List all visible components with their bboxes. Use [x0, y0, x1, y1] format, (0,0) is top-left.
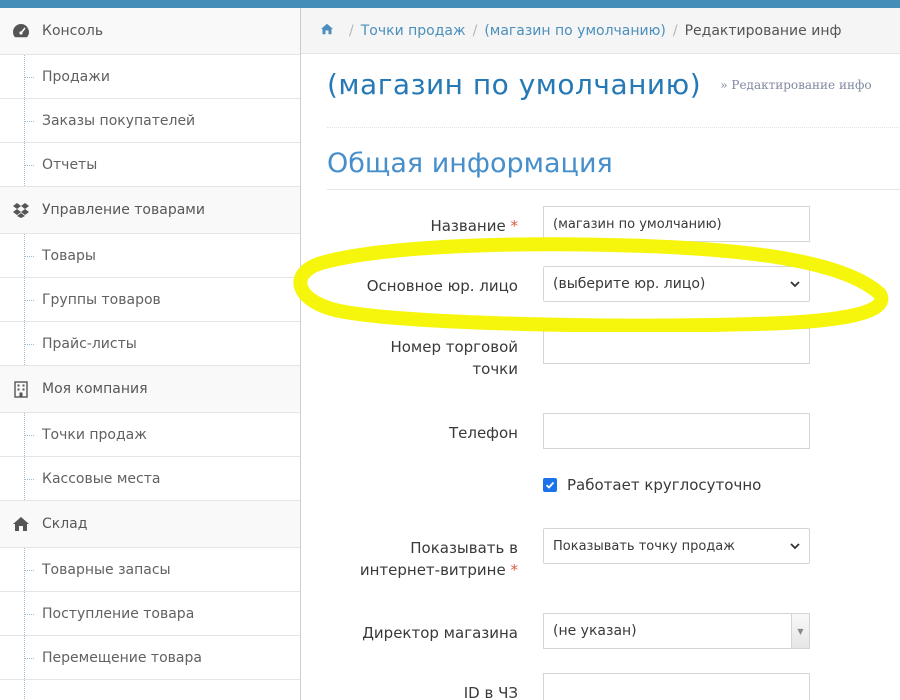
breadcrumb-separator: / [472, 22, 478, 39]
name-label: Название * [430, 215, 518, 237]
sidebar-item-points-of-sale[interactable]: Точки продаж [0, 413, 300, 457]
director-select[interactable]: (не указан) ▼ [543, 613, 810, 649]
sidebar-item-label: Управление товарами [42, 202, 205, 218]
breadcrumb: / Точки продаж / (магазин по умолчанию) … [301, 8, 900, 54]
director-label: Директор магазина [362, 624, 518, 642]
round-the-clock-checkbox[interactable] [543, 478, 557, 492]
home-icon[interactable] [320, 23, 334, 39]
store-number-label: Номер торговой точки [390, 336, 518, 380]
legal-entity-label: Основное юр. лицо [366, 277, 518, 295]
sidebar-item-warehouse[interactable]: Склад [0, 501, 300, 548]
round-the-clock-checkbox-row[interactable]: Работает круглосуточно [543, 476, 761, 494]
chevron-down-icon [789, 278, 801, 290]
sidebar-item-label: Перемещение товара [42, 649, 202, 666]
checkmark-icon [545, 481, 555, 489]
form-row-legal-entity: Основное юр. лицо (выберите юр. лицо) [301, 266, 900, 306]
phone-input[interactable] [543, 413, 810, 449]
sidebar-item-cash-registers[interactable]: Кассовые места [0, 457, 300, 501]
form-row-name: Название * (магазин по умолчанию) [301, 206, 900, 246]
sidebar-item-label: Отчеты [42, 156, 98, 173]
cz-id-input[interactable] [543, 673, 810, 700]
storefront-label: Показывать в интернет-витрине * [360, 537, 518, 581]
sidebar-item-label: Товары [42, 247, 96, 264]
legal-entity-select[interactable]: (выберите юр. лицо) [543, 266, 810, 302]
store-number-input[interactable] [543, 328, 810, 364]
form-row-cz-id: ID в ЧЗ [301, 673, 900, 700]
sidebar-item-label: Группы товаров [42, 291, 161, 308]
form-row-phone: Телефон [301, 413, 900, 453]
sidebar-item-label: Кассовые места [42, 470, 161, 487]
sidebar-item-label: Товарные запасы [42, 561, 171, 578]
page-subtitle: » Редактирование инфо [720, 77, 872, 92]
breadcrumb-separator: / [349, 22, 354, 39]
sidebar-item-goods-transfer[interactable]: Перемещение товара [0, 636, 300, 680]
breadcrumb-points-of-sale[interactable]: Точки продаж [361, 23, 466, 39]
sidebar-item-price-lists[interactable]: Прайс-листы [0, 322, 300, 366]
chevron-down-icon [789, 540, 801, 552]
breadcrumb-separator: / [672, 22, 678, 39]
top-navbar-strip [0, 0, 900, 8]
section-title: Общая информация [327, 148, 900, 190]
home-icon [12, 515, 30, 533]
required-mark: * [510, 561, 519, 579]
name-input-value: (магазин по умолчанию) [553, 216, 722, 232]
round-the-clock-label: Работает круглосуточно [567, 476, 762, 494]
sidebar-item-label: Поступление товара [42, 605, 195, 622]
store-number-label-line1: Номер торговой [390, 338, 518, 356]
store-number-label-line2: точки [472, 360, 518, 378]
sidebar-item-label: Консоль [42, 23, 104, 39]
name-input[interactable]: (магазин по умолчанию) [543, 206, 810, 242]
storefront-label-line2: интернет-витрине [359, 561, 506, 579]
storefront-select[interactable]: Показывать точку продаж [543, 528, 810, 564]
sidebar-item-console[interactable]: Консоль [0, 8, 300, 55]
sidebar-item-label: Прайс-листы [42, 335, 137, 352]
tachometer-icon [12, 22, 30, 40]
sidebar-item-products[interactable]: Товары [0, 234, 300, 278]
legal-entity-value: (выберите юр. лицо) [553, 276, 706, 292]
sidebar-item-label: Склад [42, 516, 88, 532]
storefront-value: Показывать точку продаж [553, 538, 735, 554]
phone-label: Телефон [448, 424, 518, 442]
page-header: (магазин по умолчанию) » Редактирование … [327, 68, 900, 128]
sidebar-item-next[interactable] [0, 680, 300, 700]
director-value: (не указан) [553, 623, 637, 639]
page-title: (магазин по умолчанию) [327, 68, 702, 101]
sidebar-item-label: Точки продаж [42, 426, 147, 443]
sidebar-item-product-management[interactable]: Управление товарами [0, 187, 300, 234]
form-row-director: Директор магазина (не указан) ▼ [301, 613, 900, 653]
main-content: / Точки продаж / (магазин по умолчанию) … [301, 8, 900, 700]
form-row-storefront: Показывать в интернет-витрине * Показыва… [301, 528, 900, 588]
sidebar: Консоль Продажи Заказы покупателей Отчет… [0, 8, 301, 700]
required-mark: * [510, 217, 519, 235]
sidebar-item-label: Продажи [42, 68, 110, 85]
sidebar-item-goods-receipt[interactable]: Поступление товара [0, 592, 300, 636]
storefront-label-line1: Показывать в [410, 539, 518, 557]
sidebar-item-stock[interactable]: Товарные запасы [0, 548, 300, 592]
breadcrumb-store[interactable]: (магазин по умолчанию) [484, 23, 666, 39]
sidebar-item-customer-orders[interactable]: Заказы покупателей [0, 99, 300, 143]
dropbox-icon [12, 201, 30, 219]
sidebar-item-label: Заказы покупателей [42, 112, 196, 129]
sidebar-item-product-groups[interactable]: Группы товаров [0, 278, 300, 322]
caret-down-icon[interactable]: ▼ [791, 614, 809, 648]
cz-id-label: ID в ЧЗ [463, 684, 518, 700]
sidebar-item-reports[interactable]: Отчеты [0, 143, 300, 187]
sidebar-item-label: Моя компания [42, 381, 148, 397]
form-row-store-number: Номер торговой точки [301, 328, 900, 388]
sidebar-item-my-company[interactable]: Моя компания [0, 366, 300, 413]
breadcrumb-current: Редактирование инф [684, 22, 842, 39]
sidebar-item-sales[interactable]: Продажи [0, 55, 300, 99]
name-label-text: Название [430, 217, 506, 235]
building-icon [12, 380, 30, 398]
